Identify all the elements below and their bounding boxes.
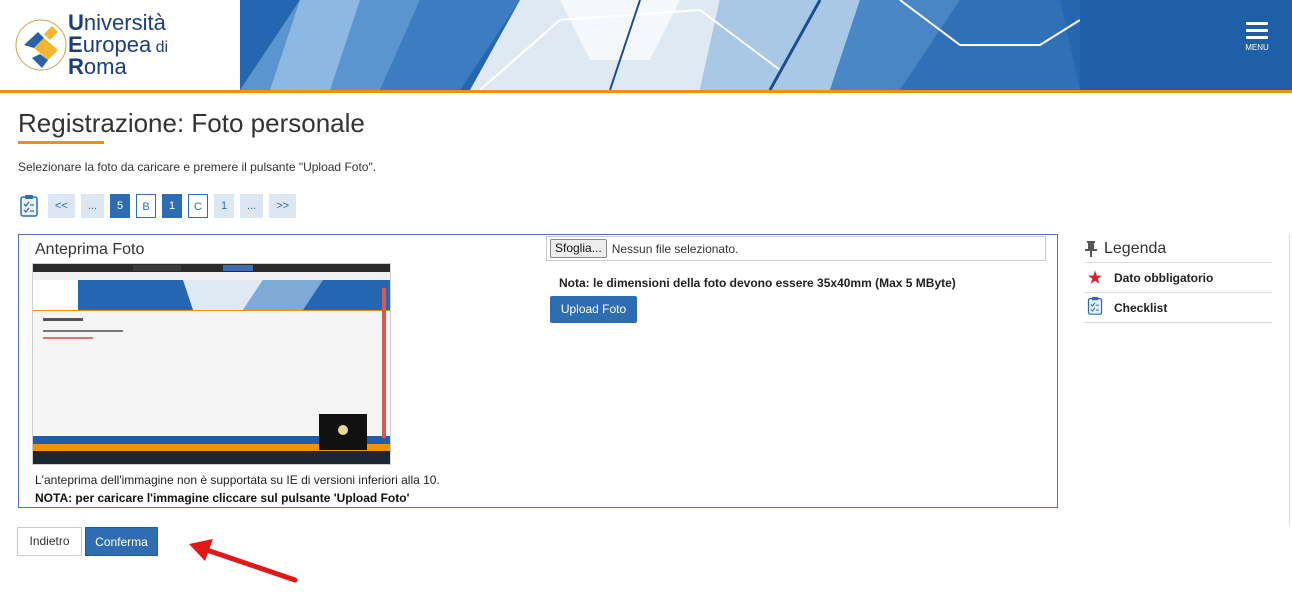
upload-instruction-note: NOTA: per caricare l'immagine cliccare s…: [35, 491, 410, 505]
step-first[interactable]: <<: [48, 194, 75, 218]
photo-upload-panel: Anteprima Foto L'anteprima dell'immagine…: [18, 234, 1058, 508]
preview-title: Anteprima Foto: [35, 241, 145, 258]
menu-button[interactable]: MENU: [1242, 18, 1272, 52]
checklist-icon[interactable]: [18, 194, 40, 218]
legend-item-label: Dato obbligatorio: [1114, 270, 1214, 285]
pushpin-icon: [1085, 241, 1097, 257]
legend-item-required: ★ Dato obbligatorio: [1084, 263, 1272, 293]
university-logo-text: Università Europea di Roma: [68, 10, 169, 79]
logo-area[interactable]: Università Europea di Roma: [0, 0, 240, 90]
hamburger-icon: [1242, 22, 1272, 39]
step-last[interactable]: >>: [269, 194, 297, 218]
wizard-steps: << ... 5 B 1 C 1 ... >>: [18, 193, 302, 219]
step-current[interactable]: 1: [162, 194, 183, 218]
site-header: Università Europea di Roma MENU: [0, 0, 1292, 90]
checklist-icon: [1087, 297, 1103, 315]
legend-item-checklist: Checklist: [1084, 293, 1272, 323]
legend-header: Legenda: [1084, 236, 1272, 263]
page-instructions: Selezionare la foto da caricare e premer…: [18, 160, 377, 174]
right-divider: [1289, 234, 1290, 524]
legend-title: Legenda: [1104, 240, 1167, 257]
university-seal-icon: [15, 19, 67, 71]
preview-compatibility-note: L'anteprima dell'immagine non è supporta…: [35, 473, 440, 487]
file-input[interactable]: Sfoglia... Nessun file selezionato.: [546, 236, 1046, 261]
required-star-icon: ★: [1087, 269, 1103, 287]
header-accent-line: [0, 90, 1292, 93]
legend-panel: Legenda ★ Dato obbligatorio Checklist: [1084, 236, 1272, 323]
step-ellipsis-before[interactable]: ...: [80, 194, 105, 218]
menu-label: MENU: [1245, 43, 1269, 52]
preview-screenshot: [33, 264, 390, 464]
red-arrow-annotation-icon: [189, 539, 298, 583]
step-next[interactable]: 1: [214, 194, 235, 218]
legend-item-label: Checklist: [1114, 300, 1168, 315]
step-c[interactable]: C: [188, 194, 209, 218]
upload-photo-button[interactable]: Upload Foto: [550, 296, 637, 323]
step-5[interactable]: 5: [110, 194, 131, 218]
photo-size-note: Nota: le dimensioni della foto devono es…: [559, 276, 956, 290]
browse-button[interactable]: Sfoglia...: [550, 239, 607, 258]
photo-preview-image: [32, 263, 391, 465]
step-ellipsis-after[interactable]: ...: [240, 194, 264, 218]
confirm-button[interactable]: Conferma: [85, 527, 158, 556]
step-b[interactable]: B: [136, 194, 157, 218]
page-title: Registrazione: Foto personale: [18, 108, 365, 138]
back-button[interactable]: Indietro: [17, 527, 82, 556]
file-status: Nessun file selezionato.: [611, 241, 739, 256]
title-underline: [18, 141, 104, 144]
